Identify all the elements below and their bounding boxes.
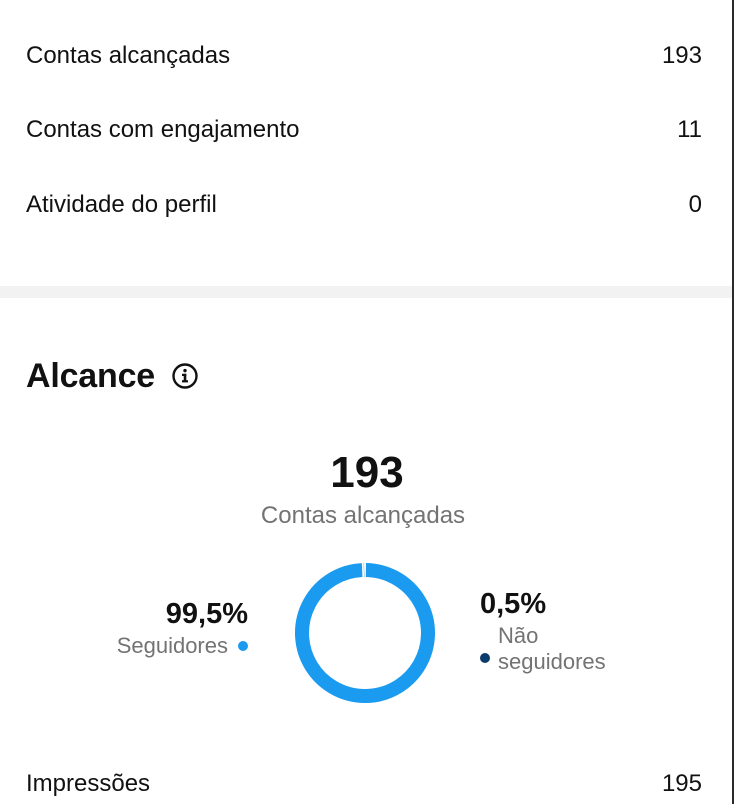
stat-value: 11 xyxy=(677,116,702,143)
reach-total-label: Contas alcançadas xyxy=(260,502,466,529)
reach-section: Alcance 193 Contas alcançadas 99,5% Segu… xyxy=(0,298,734,804)
reach-total-value: 193 xyxy=(330,448,404,497)
stat-row-profile-activity[interactable]: Atividade do perfil 0 xyxy=(26,185,702,225)
followers-legend: 99,5% Seguidores xyxy=(117,598,248,659)
stat-value: 193 xyxy=(661,42,702,69)
overview-stats: Contas alcançadas 193 Contas com engajam… xyxy=(0,0,734,286)
non-followers-dot-icon xyxy=(480,653,490,663)
stat-row-impressions[interactable]: Impressões 195 xyxy=(26,764,702,804)
reach-header: Alcance xyxy=(26,354,199,398)
non-followers-percent: 0,5% xyxy=(480,588,547,620)
followers-percent: 99,5% xyxy=(165,598,248,630)
followers-dot-icon xyxy=(238,641,248,651)
followers-label: Seguidores xyxy=(116,633,228,658)
info-circle-icon[interactable] xyxy=(171,362,199,390)
non-followers-label-line2: seguidores xyxy=(498,649,606,674)
impressions-label: Impressões xyxy=(26,770,151,797)
stat-value: 0 xyxy=(688,191,702,218)
followers-slice xyxy=(295,563,435,703)
stat-label: Contas alcançadas xyxy=(26,42,231,69)
reach-donut-chart xyxy=(295,563,435,703)
stat-row-accounts-reached[interactable]: Contas alcançadas 193 xyxy=(26,36,702,76)
reach-title: Alcance xyxy=(26,356,156,395)
section-divider xyxy=(0,286,734,298)
stat-row-accounts-engaged[interactable]: Contas com engajamento 11 xyxy=(26,110,702,150)
non-followers-legend: 0,5% Não seguidores xyxy=(480,588,628,675)
stat-label: Contas com engajamento xyxy=(26,116,300,143)
stat-label: Atividade do perfil xyxy=(26,191,217,218)
impressions-value: 195 xyxy=(661,770,702,797)
non-followers-label-line1: Não xyxy=(498,623,539,648)
